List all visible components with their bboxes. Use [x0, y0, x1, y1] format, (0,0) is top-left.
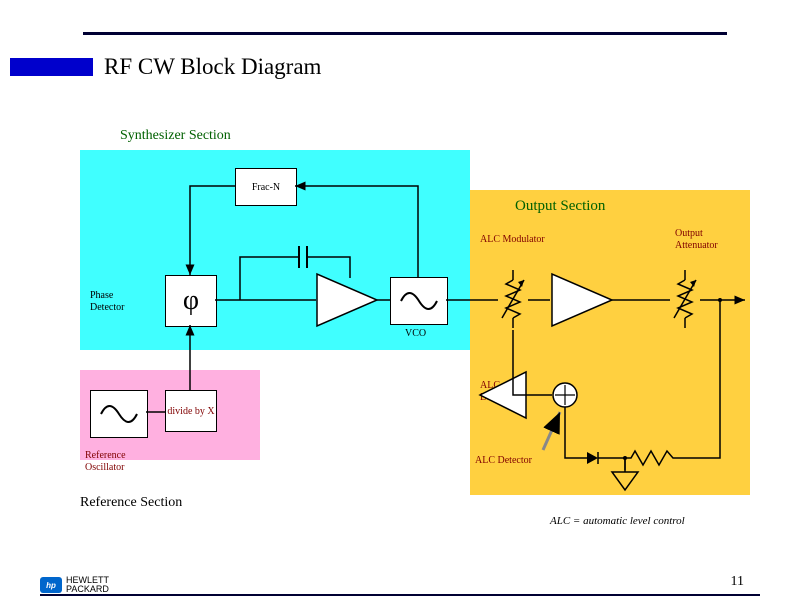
page-title: RF CW Block Diagram: [104, 54, 321, 80]
page-number: 11: [731, 574, 744, 590]
title-accent-bar: [10, 58, 93, 76]
diagram: Synthesizer Section Output Section Refer…: [80, 120, 760, 540]
bottom-rule: [40, 594, 760, 596]
hp-logo-badge-icon: hp: [40, 577, 62, 593]
hp-logo-text: HEWLETT PACKARD: [66, 576, 109, 594]
wires: [80, 120, 760, 540]
hp-logo: hp HEWLETT PACKARD: [40, 576, 109, 594]
top-rule: [83, 32, 727, 35]
footnote: ALC = automatic level control: [550, 515, 685, 527]
